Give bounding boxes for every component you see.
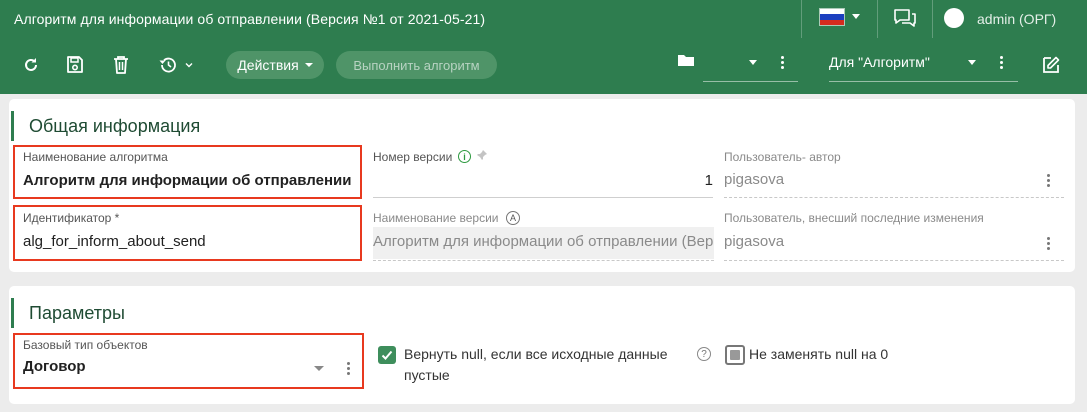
algorithm-name-field[interactable]: Алгоритм для информации об отправлении <box>23 172 351 189</box>
avatar[interactable] <box>944 8 964 28</box>
actions-label: Действия <box>237 57 299 73</box>
refresh-button[interactable] <box>18 52 44 78</box>
author-label: Пользователь- автор <box>724 150 841 164</box>
for-more-icon[interactable] <box>1000 56 1003 71</box>
save-button[interactable] <box>62 52 88 78</box>
separator <box>877 0 878 38</box>
history-button[interactable] <box>158 52 204 78</box>
last-editor-more-icon[interactable] <box>1047 237 1050 252</box>
chevron-down-icon <box>185 63 193 68</box>
base-type-more-icon[interactable] <box>347 362 350 377</box>
author-field: pigasova <box>724 171 785 188</box>
window-title: Алгоритм для информации об отправлении (… <box>14 11 486 27</box>
field-underline <box>373 197 713 198</box>
algorithm-name-label: Наименование алгоритма <box>23 150 168 164</box>
toolbar: Действия Выполнить алгоритм Для "Алгорит… <box>0 38 1087 94</box>
trash-icon <box>114 56 128 74</box>
title-bar: Алгоритм для информации об отправлении (… <box>0 0 1087 38</box>
return-null-label[interactable]: Вернуть null, если все исходные данные п… <box>404 344 674 386</box>
last-editor-label: Пользователь, внесший последние изменени… <box>724 211 984 225</box>
folder-icon[interactable] <box>677 53 695 67</box>
info-icon[interactable]: i <box>458 150 471 163</box>
run-algorithm-button[interactable]: Выполнить алгоритм <box>336 51 497 79</box>
version-number-field[interactable]: 1 <box>373 172 713 189</box>
section-title: Общая информация <box>29 116 201 136</box>
caret-down-icon[interactable] <box>314 366 324 371</box>
field-underline <box>724 260 1064 261</box>
history-icon <box>159 57 176 73</box>
pin-icon[interactable] <box>476 149 488 161</box>
no-replace-null-label[interactable]: Не заменять null на 0 <box>749 344 888 365</box>
language-flag-icon[interactable] <box>819 8 845 26</box>
chat-icon[interactable] <box>893 8 917 30</box>
edit-icon <box>1043 56 1060 73</box>
language-caret-icon[interactable] <box>852 14 860 19</box>
base-type-label: Базовый тип объектов <box>23 338 148 352</box>
separator <box>801 0 802 38</box>
parameters-panel: Параметры Базовый тип объектов Договор В… <box>9 286 1075 404</box>
field-underline <box>373 260 714 261</box>
actions-button[interactable]: Действия <box>226 51 324 79</box>
help-icon[interactable]: ? <box>697 347 711 361</box>
check-icon <box>381 350 393 360</box>
identifier-field[interactable]: alg_for_inform_about_send <box>23 233 206 250</box>
edit-button[interactable] <box>1038 52 1064 78</box>
for-select-value: Для "Алгоритм" <box>829 54 930 70</box>
separator <box>932 0 933 38</box>
version-name-field: Алгоритм для информации об отправлении (… <box>373 233 714 250</box>
author-more-icon[interactable] <box>1047 174 1050 189</box>
version-name-label: Наименование версии <box>373 211 499 225</box>
section-accent <box>11 111 14 141</box>
return-null-checkbox[interactable] <box>378 346 396 364</box>
section-title: Параметры <box>29 303 125 323</box>
section-accent <box>11 298 14 328</box>
version-number-label: Номер версии <box>373 150 453 164</box>
field-underline <box>724 197 1064 198</box>
auto-icon: A <box>506 211 520 225</box>
user-name[interactable]: admin (ОРГ) <box>977 11 1056 27</box>
caret-down-icon <box>968 60 976 65</box>
save-icon <box>67 56 83 73</box>
delete-button[interactable] <box>108 52 134 78</box>
for-select[interactable]: Для "Алгоритм" <box>829 52 1018 82</box>
last-editor-field: pigasova <box>724 233 785 250</box>
caret-down-icon <box>304 63 313 67</box>
refresh-icon <box>25 58 37 71</box>
general-info-panel: Общая информация Наименование алгоритма … <box>9 99 1075 272</box>
folder-more-icon[interactable] <box>781 56 784 71</box>
identifier-label: Идентификатор * <box>23 211 120 225</box>
base-type-select[interactable]: Договор <box>23 358 86 375</box>
no-replace-null-checkbox[interactable] <box>725 345 745 365</box>
caret-down-icon <box>749 60 757 65</box>
